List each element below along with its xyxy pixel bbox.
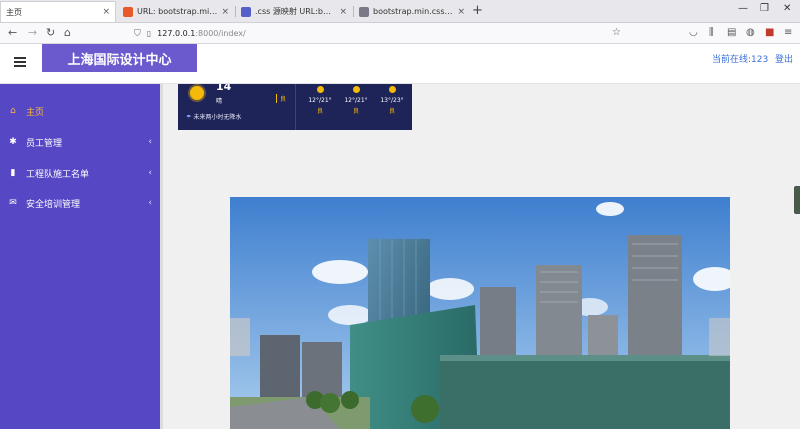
- reload-button[interactable]: ↻: [46, 26, 55, 39]
- tab-close-icon[interactable]: ×: [102, 7, 110, 17]
- weather-divider: [295, 84, 296, 130]
- precipitation-note: ☂ 未来两小时无降水: [186, 112, 241, 121]
- forecast-day: 13°/23° 良: [374, 84, 410, 115]
- shield-icon: ⛉: [134, 28, 141, 39]
- forecast-range: 12°/21°: [344, 97, 368, 104]
- favicon-icon: [241, 6, 251, 17]
- sidebar-item-safety-training[interactable]: ✉ 安全培训管理 ‹: [0, 188, 160, 218]
- sun-icon: [316, 86, 324, 93]
- home-button[interactable]: ⌂: [64, 26, 71, 39]
- restore-button[interactable]: ❐: [760, 3, 769, 14]
- forecast-quality: 良: [316, 108, 323, 115]
- tab-css-map-3[interactable]: bootstrap.min.css.map - 面码 ×: [354, 1, 470, 22]
- chevron-left-icon: ‹: [148, 137, 152, 147]
- sun-icon: [388, 86, 396, 93]
- favicon-icon: [123, 6, 133, 17]
- forecast-range: 12°/21°: [308, 97, 332, 104]
- sun-icon: [190, 86, 204, 100]
- back-button[interactable]: ←: [8, 26, 17, 39]
- forward-button[interactable]: →: [28, 26, 37, 39]
- favicon-icon: [359, 6, 369, 17]
- brand-title: 上海国际设计中心: [42, 44, 197, 72]
- sidebar-item-label: 安全培训管理: [26, 199, 81, 210]
- tab-label: .css 源映射 URL:bootstrap.css: [255, 7, 336, 16]
- extension-icon[interactable]: ■: [765, 27, 774, 38]
- chevron-left-icon: ‹: [148, 168, 152, 178]
- pocket-icon[interactable]: ◡: [689, 27, 698, 38]
- rain-icon: ☂: [186, 114, 192, 121]
- sidebar-toggle-icon[interactable]: ▤: [727, 27, 736, 38]
- book-icon: ▮: [10, 168, 16, 178]
- account-icon[interactable]: ◍: [746, 27, 755, 38]
- tab-close-icon[interactable]: ×: [339, 7, 347, 17]
- forecast-range: 13°/23°: [380, 97, 404, 104]
- page-icon: ▯: [146, 29, 152, 38]
- address-bar[interactable]: ⛉ ▯ 127.0.0.1 :8000/index/: [134, 25, 634, 42]
- app-header: 上海国际设计中心 当前在线:123 登出: [0, 44, 800, 84]
- tab-css-map-1[interactable]: URL: bootstrap.min.css.map ×: [118, 1, 234, 22]
- app-menu-icon[interactable]: ≡: [784, 27, 792, 38]
- weather-widget: 14 晴 良 ☂ 未来两小时无降水 12°/21° 良 12°/21° 良 13…: [178, 84, 412, 130]
- tab-home[interactable]: 主页 ×: [0, 1, 116, 22]
- envelope-icon: ✉: [9, 198, 17, 208]
- carousel-prev-button[interactable]: [230, 318, 250, 356]
- main-content: 14 晴 良 ☂ 未来两小时无降水 12°/21° 良 12°/21° 良 13…: [160, 84, 800, 429]
- sidebar-item-home[interactable]: ⌂ 主页: [0, 96, 160, 126]
- minimize-button[interactable]: —: [738, 3, 748, 14]
- carousel-next-button[interactable]: [709, 318, 730, 356]
- precipitation-text: 未来两小时无降水: [193, 114, 242, 121]
- new-tab-button[interactable]: +: [472, 3, 483, 18]
- forecast-quality: 良: [352, 108, 359, 115]
- bookmark-star-icon[interactable]: ☆: [612, 27, 621, 38]
- tab-label: 主页: [6, 7, 22, 17]
- url-host: 127.0.0.1: [157, 29, 196, 38]
- sidebar-item-label: 员工管理: [26, 138, 63, 149]
- content-divider: [160, 84, 163, 429]
- carousel-image: [230, 197, 730, 429]
- weather-condition: 晴: [216, 98, 223, 105]
- tab-close-icon[interactable]: ×: [457, 7, 465, 17]
- chevron-left-icon: ‹: [148, 198, 152, 208]
- sidebar-item-label: 工程队施工名单: [26, 169, 90, 180]
- url-path: :8000/index/: [195, 29, 246, 38]
- sidebar-item-crew-list[interactable]: ▮ 工程队施工名单 ‹: [0, 158, 160, 188]
- sidebar: ⌂ 主页 ✱ 员工管理 ‹ ▮ 工程队施工名单 ‹ ✉ 安全培训管理 ‹: [0, 84, 160, 429]
- tab-label: bootstrap.min.css.map - 面码: [373, 7, 453, 16]
- home-icon: ⌂: [10, 106, 16, 116]
- logout-link[interactable]: 登出: [775, 52, 793, 65]
- tab-css-map-2[interactable]: .css 源映射 URL:bootstrap.css ×: [236, 1, 352, 22]
- hamburger-icon[interactable]: [14, 57, 26, 67]
- gears-icon: ✱: [9, 137, 17, 147]
- library-icon[interactable]: ⫼: [709, 27, 714, 38]
- tab-label: URL: bootstrap.min.css.map: [137, 7, 217, 16]
- carousel: [230, 197, 730, 429]
- weather-temperature: 14: [216, 84, 232, 93]
- sun-icon: [352, 86, 360, 93]
- browser-nav-bar: ← → ↻ ⌂ ⛉ ▯ 127.0.0.1 :8000/index/ ☆ ◡ ⫼…: [0, 23, 800, 44]
- close-window-button[interactable]: ✕: [783, 3, 791, 14]
- forecast-day: 12°/21° 良: [302, 84, 338, 115]
- air-quality: 良: [276, 94, 286, 103]
- forecast-day: 12°/21° 良: [338, 84, 374, 115]
- tab-close-icon[interactable]: ×: [221, 7, 229, 17]
- scrollbar-thumb[interactable]: [794, 186, 800, 214]
- sidebar-item-staff[interactable]: ✱ 员工管理 ‹: [0, 127, 160, 157]
- forecast-quality: 良: [388, 108, 395, 115]
- online-count: 当前在线:123: [712, 55, 769, 65]
- browser-tab-bar: 主页 × URL: bootstrap.min.css.map × .css 源…: [0, 0, 800, 23]
- sidebar-item-label: 主页: [26, 107, 45, 118]
